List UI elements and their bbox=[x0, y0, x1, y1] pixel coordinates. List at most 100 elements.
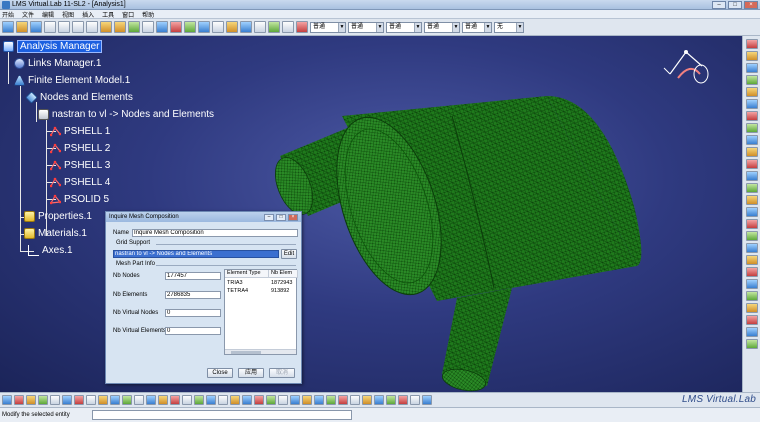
view-icon-3[interactable] bbox=[26, 395, 36, 405]
tree-node-materials[interactable]: Materials.1 bbox=[24, 225, 87, 241]
view-icon-11[interactable] bbox=[122, 395, 132, 405]
tool-icon-21[interactable] bbox=[745, 279, 758, 289]
tool-icon-15[interactable] bbox=[745, 207, 758, 217]
tool-icon-2[interactable] bbox=[745, 51, 758, 61]
view-icon-32[interactable] bbox=[374, 395, 384, 405]
dialog-close-icon[interactable]: × bbox=[288, 213, 298, 221]
tree-node-nodes-elements[interactable]: Nodes and Elements bbox=[25, 89, 133, 105]
redo-icon[interactable] bbox=[114, 21, 126, 33]
menu-help[interactable]: 帮助 bbox=[142, 10, 154, 19]
tool-icon-23[interactable] bbox=[745, 303, 758, 313]
apply-button[interactable]: 应用 bbox=[238, 368, 264, 378]
model-icon[interactable] bbox=[198, 21, 210, 33]
tool-icon-10[interactable] bbox=[745, 147, 758, 157]
tree-node-pshell-1[interactable]: PSHELL 1 bbox=[50, 123, 110, 139]
view-icon-2[interactable] bbox=[14, 395, 24, 405]
menu-insert[interactable]: 插入 bbox=[82, 10, 94, 19]
tool-icon-11[interactable] bbox=[745, 159, 758, 169]
maximize-button[interactable]: □ bbox=[728, 1, 742, 9]
view-icon-4[interactable] bbox=[38, 395, 48, 405]
muffler-mesh-model[interactable] bbox=[262, 56, 642, 392]
view-icon-7[interactable] bbox=[74, 395, 84, 405]
tree-node-properties[interactable]: Properties.1 bbox=[24, 208, 92, 224]
tree-node-finite-element-model[interactable]: Finite Element Model.1 bbox=[14, 72, 130, 88]
menu-tools[interactable]: 工具 bbox=[102, 10, 114, 19]
menu-view[interactable]: 视图 bbox=[62, 10, 74, 19]
mesh-icon[interactable] bbox=[184, 21, 196, 33]
table-header-nb-elem[interactable]: Nb Elem bbox=[269, 270, 298, 278]
tree-node-pshell-3[interactable]: PSHELL 3 bbox=[50, 157, 110, 173]
tool-icon-8[interactable] bbox=[745, 123, 758, 133]
graphics-icon[interactable] bbox=[254, 21, 266, 33]
menu-window[interactable]: 窗口 bbox=[122, 10, 134, 19]
property-icon[interactable] bbox=[226, 21, 238, 33]
view-icon-15[interactable] bbox=[170, 395, 180, 405]
view-icon-17[interactable] bbox=[194, 395, 204, 405]
paste-icon[interactable] bbox=[86, 21, 98, 33]
tree-node-analysis-manager[interactable]: Analysis Manager bbox=[3, 38, 103, 54]
tool-icon-6[interactable] bbox=[745, 99, 758, 109]
menu-start[interactable]: 开始 bbox=[2, 10, 14, 19]
view-icon-12[interactable] bbox=[134, 395, 144, 405]
scrollbar-thumb[interactable] bbox=[231, 351, 261, 354]
style-select-1[interactable]: 普通 ▼ bbox=[310, 21, 346, 33]
nb-elements-field[interactable]: 2786835 bbox=[165, 291, 221, 299]
view-icon-19[interactable] bbox=[218, 395, 228, 405]
menu-file[interactable]: 文件 bbox=[22, 10, 34, 19]
view-icon-6[interactable] bbox=[62, 395, 72, 405]
cut-icon[interactable] bbox=[58, 21, 70, 33]
dialog-maximize-button[interactable]: □ bbox=[276, 213, 286, 221]
view-icon-28[interactable] bbox=[326, 395, 336, 405]
analysis-icon[interactable] bbox=[240, 21, 252, 33]
tree-node-nastran-link[interactable]: nastran to vl -> Nodes and Elements bbox=[38, 106, 214, 122]
table-horizontal-scrollbar[interactable] bbox=[225, 349, 296, 354]
tool-icon-9[interactable] bbox=[745, 135, 758, 145]
workbench-icon[interactable] bbox=[156, 21, 168, 33]
view-icon-21[interactable] bbox=[242, 395, 252, 405]
copy-icon[interactable] bbox=[72, 21, 84, 33]
nb-virtual-elements-field[interactable]: 0 bbox=[165, 327, 221, 335]
open-icon[interactable] bbox=[16, 21, 28, 33]
command-input[interactable] bbox=[92, 410, 352, 420]
tool-icon-18[interactable] bbox=[745, 243, 758, 253]
style-select-2[interactable]: 普通 ▼ bbox=[348, 21, 384, 33]
view-icon-23[interactable] bbox=[266, 395, 276, 405]
close-button[interactable]: × bbox=[744, 1, 758, 9]
tree-node-axes[interactable]: Axes.1 bbox=[28, 242, 73, 258]
save-icon[interactable] bbox=[30, 21, 42, 33]
tool-icon-24[interactable] bbox=[745, 315, 758, 325]
view-icon-22[interactable] bbox=[254, 395, 264, 405]
view-icon-25[interactable] bbox=[290, 395, 300, 405]
compass-icon[interactable] bbox=[660, 44, 712, 90]
tool-icon-1[interactable] bbox=[745, 39, 758, 49]
style-select-5[interactable]: 普通 ▼ bbox=[462, 21, 492, 33]
view-icon-1[interactable] bbox=[2, 395, 12, 405]
nb-virtual-nodes-field[interactable]: 0 bbox=[165, 309, 221, 317]
name-field[interactable]: Inquire Mesh Composition bbox=[132, 229, 299, 237]
tool-icon-3[interactable] bbox=[745, 63, 758, 73]
tool-icon-5[interactable] bbox=[745, 87, 758, 97]
view-icon-16[interactable] bbox=[182, 395, 192, 405]
table-header-element-type[interactable]: Element Type bbox=[225, 270, 269, 278]
edit-button[interactable]: Edit bbox=[281, 249, 297, 259]
style-select-3[interactable]: 普通 ▼ bbox=[386, 21, 422, 33]
tool-icon-26[interactable] bbox=[745, 339, 758, 349]
stop-icon[interactable] bbox=[170, 21, 182, 33]
view-icon-18[interactable] bbox=[206, 395, 216, 405]
style-select-4[interactable]: 普通 ▼ bbox=[424, 21, 460, 33]
tool-icon-20[interactable] bbox=[745, 267, 758, 277]
view-icon-13[interactable] bbox=[146, 395, 156, 405]
view-icon-34[interactable] bbox=[398, 395, 408, 405]
style-select-6[interactable]: 无 ▼ bbox=[494, 21, 524, 33]
tree-node-pshell-2[interactable]: PSHELL 2 bbox=[50, 140, 110, 156]
menu-edit[interactable]: 编辑 bbox=[42, 10, 54, 19]
minimize-button[interactable]: – bbox=[712, 1, 726, 9]
new-icon[interactable] bbox=[2, 21, 14, 33]
tool-icon-25[interactable] bbox=[745, 327, 758, 337]
close-dialog-button[interactable]: Close bbox=[207, 368, 233, 378]
nb-nodes-field[interactable]: 177457 bbox=[165, 272, 221, 280]
view-icon-24[interactable] bbox=[278, 395, 288, 405]
tool-icon-19[interactable] bbox=[745, 255, 758, 265]
view-icon-14[interactable] bbox=[158, 395, 168, 405]
dialog-minimize-button[interactable]: – bbox=[264, 213, 274, 221]
